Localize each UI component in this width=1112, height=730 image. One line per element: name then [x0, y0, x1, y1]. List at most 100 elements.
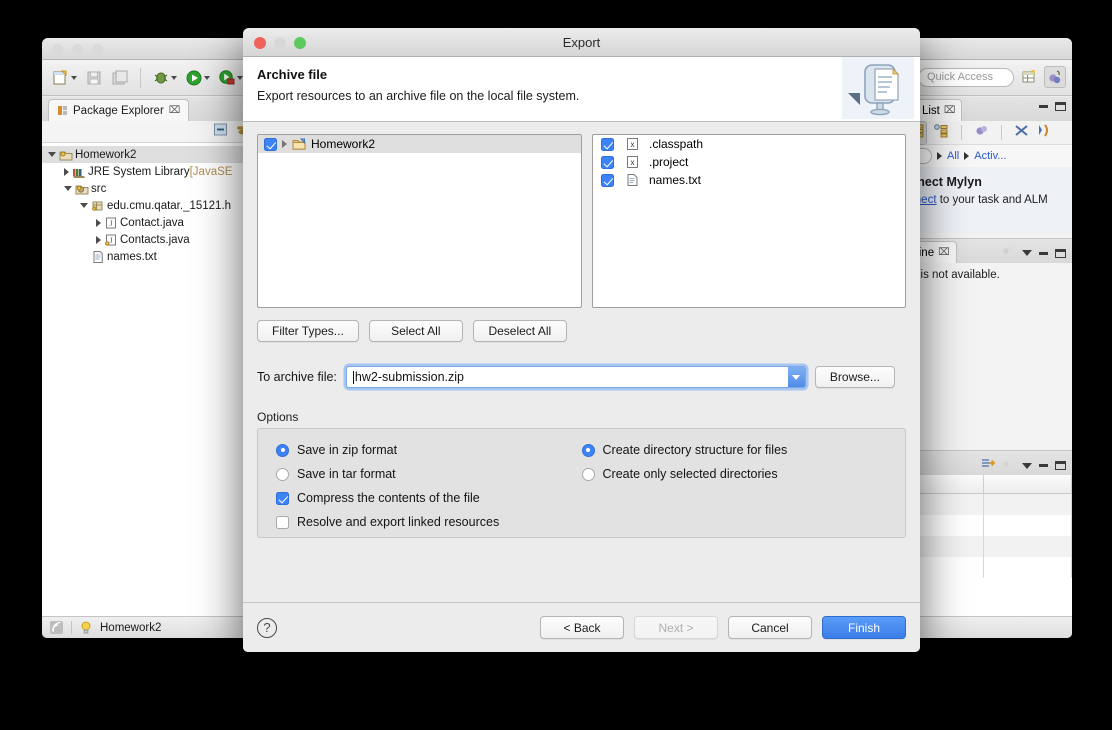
twisty-open-icon[interactable]	[64, 186, 72, 191]
table-row[interactable]	[902, 557, 1072, 578]
source-tree-listbox[interactable]: Homework2	[257, 134, 582, 308]
collapse-button[interactable]	[1002, 457, 1015, 475]
minimize-icon[interactable]	[1039, 251, 1048, 255]
chevron-right-icon[interactable]	[937, 152, 942, 160]
resolve-linked-label: Resolve and export linked resources	[297, 515, 500, 529]
sort-icon[interactable]	[1002, 244, 1015, 262]
compress-checkbox[interactable]	[276, 491, 289, 505]
select-all-button[interactable]: Select All	[368, 320, 463, 342]
ide-minimize-button[interactable]	[72, 44, 83, 55]
save-all-button[interactable]	[109, 69, 131, 87]
coverage-button[interactable]	[216, 69, 245, 87]
back-button[interactable]: < Back	[540, 616, 624, 639]
resolve-linked-checkbox[interactable]	[276, 515, 289, 529]
twisty-closed-icon[interactable]	[96, 235, 101, 244]
compress-option[interactable]: Compress the contents of the file	[276, 491, 582, 505]
save-button[interactable]	[83, 69, 105, 87]
filter-activate-link[interactable]: Activ...	[974, 150, 1006, 162]
file-row-label: .project	[649, 155, 689, 169]
step-return-button[interactable]	[981, 456, 996, 475]
row-checkbox[interactable]	[601, 155, 614, 169]
dialog-footer: ? < Back Next > Cancel Finish	[243, 602, 920, 652]
create-selected-directories-radio[interactable]	[581, 467, 595, 481]
create-directory-structure-radio[interactable]	[581, 443, 595, 457]
minimize-icon[interactable]	[1039, 464, 1048, 467]
outline-view: tline ⌧ ine is not available.	[902, 239, 1072, 451]
close-icon[interactable]: ⌧	[169, 105, 181, 116]
help-icon[interactable]: ?	[257, 617, 277, 638]
open-perspective-button[interactable]	[1018, 66, 1040, 88]
file-row-names-txt[interactable]: names.txt	[593, 171, 905, 189]
ide-close-button[interactable]	[52, 44, 63, 55]
run-button[interactable]	[183, 69, 212, 87]
close-icon[interactable]: ⌧	[938, 247, 950, 258]
archive-file-input[interactable]: hw2-submission.zip	[345, 366, 806, 388]
menu-triangle-icon[interactable]	[1022, 250, 1032, 256]
status-text: Homework2	[100, 621, 162, 634]
table-row[interactable]	[902, 494, 1072, 515]
close-icon[interactable]: ⌧	[944, 105, 956, 116]
tree-item-jre-system-library[interactable]: JRE System Library [JavaSE	[42, 163, 259, 180]
tree-item-homework2[interactable]: Homework2	[42, 146, 259, 163]
java-file-icon: J	[105, 234, 116, 246]
open-perspective-icon	[1022, 70, 1035, 83]
resolve-linked-option[interactable]: Resolve and export linked resources	[276, 515, 582, 529]
expand-arrow-icon[interactable]	[282, 140, 287, 148]
row-checkbox[interactable]	[601, 173, 614, 187]
save-tar-option[interactable]: Save in tar format	[276, 467, 582, 481]
save-tar-radio[interactable]	[276, 467, 289, 481]
tree-row-homework2[interactable]: Homework2	[258, 135, 581, 153]
tree-item-names-txt[interactable]: names.txt	[42, 248, 259, 265]
quick-access-input[interactable]: Quick Access	[918, 68, 1014, 87]
menu-triangle-icon[interactable]	[1022, 462, 1032, 469]
chevron-right-icon[interactable]	[964, 152, 970, 160]
twisty-closed-icon[interactable]	[64, 167, 69, 176]
focus-button[interactable]	[974, 123, 989, 143]
debug-button[interactable]	[150, 69, 179, 87]
deselect-all-button[interactable]: Deselect All	[472, 320, 567, 342]
table-row[interactable]	[902, 515, 1072, 536]
file-list-listbox[interactable]: x .classpath x .project names.txt	[592, 134, 906, 308]
table-row[interactable]	[902, 536, 1072, 557]
file-row-project[interactable]: x .project	[593, 153, 905, 171]
browse-button[interactable]: Browse...	[814, 366, 895, 388]
tree-item-contact-java[interactable]: J Contact.java	[42, 214, 259, 231]
collapse-all-button[interactable]	[213, 122, 228, 142]
twisty-open-icon[interactable]	[48, 152, 56, 157]
java-perspective-icon	[1049, 70, 1061, 84]
file-row-classpath[interactable]: x .classpath	[593, 135, 905, 153]
filter-button[interactable]	[1014, 123, 1029, 143]
save-zip-option[interactable]: Save in zip format	[276, 443, 582, 457]
minimize-icon[interactable]	[1039, 105, 1048, 108]
tree-item-src[interactable]: src	[42, 180, 259, 197]
save-zip-radio[interactable]	[276, 443, 289, 457]
create-directory-structure-option[interactable]: Create directory structure for files	[581, 443, 888, 457]
row-checkbox[interactable]	[601, 137, 614, 151]
finish-button[interactable]: Finish	[822, 616, 906, 639]
new-wizard-button[interactable]	[50, 69, 79, 87]
create-selected-directories-option[interactable]: Create only selected directories	[581, 467, 888, 481]
synchronize-button[interactable]	[1036, 123, 1051, 143]
ide-maximize-button[interactable]	[92, 44, 103, 55]
maximize-icon[interactable]	[1055, 248, 1066, 258]
connect-mylyn-text: onnect to your task and ALM	[902, 194, 1072, 206]
row-checkbox[interactable]	[264, 137, 277, 151]
dialog-close-button[interactable]	[254, 37, 266, 49]
variables-table[interactable]: e	[902, 475, 1072, 616]
options-group: Options Save in zip format Save in tar f…	[257, 410, 906, 538]
tree-item-package[interactable]: edu.cmu.qatar._15121.h	[42, 197, 259, 214]
twisty-open-icon[interactable]	[80, 203, 88, 208]
java-perspective-button[interactable]	[1044, 66, 1066, 88]
archive-file-dropdown-button[interactable]	[787, 367, 805, 387]
package-explorer-tree[interactable]: Homework2 JRE System Library [JavaSE src…	[42, 143, 259, 616]
maximize-icon[interactable]	[1055, 461, 1066, 470]
scheduled-presentation-button[interactable]	[934, 123, 949, 143]
tree-item-contacts-java[interactable]: J Contacts.java	[42, 231, 259, 248]
twisty-closed-icon[interactable]	[96, 218, 101, 227]
dialog-maximize-button[interactable]	[294, 37, 306, 49]
filter-types-button[interactable]: Filter Types...	[257, 320, 359, 342]
tab-package-explorer[interactable]: Package Explorer ⌧	[48, 99, 190, 121]
maximize-icon[interactable]	[1055, 102, 1066, 111]
filter-all-link[interactable]: All	[947, 150, 959, 162]
cancel-button[interactable]: Cancel	[728, 616, 812, 639]
